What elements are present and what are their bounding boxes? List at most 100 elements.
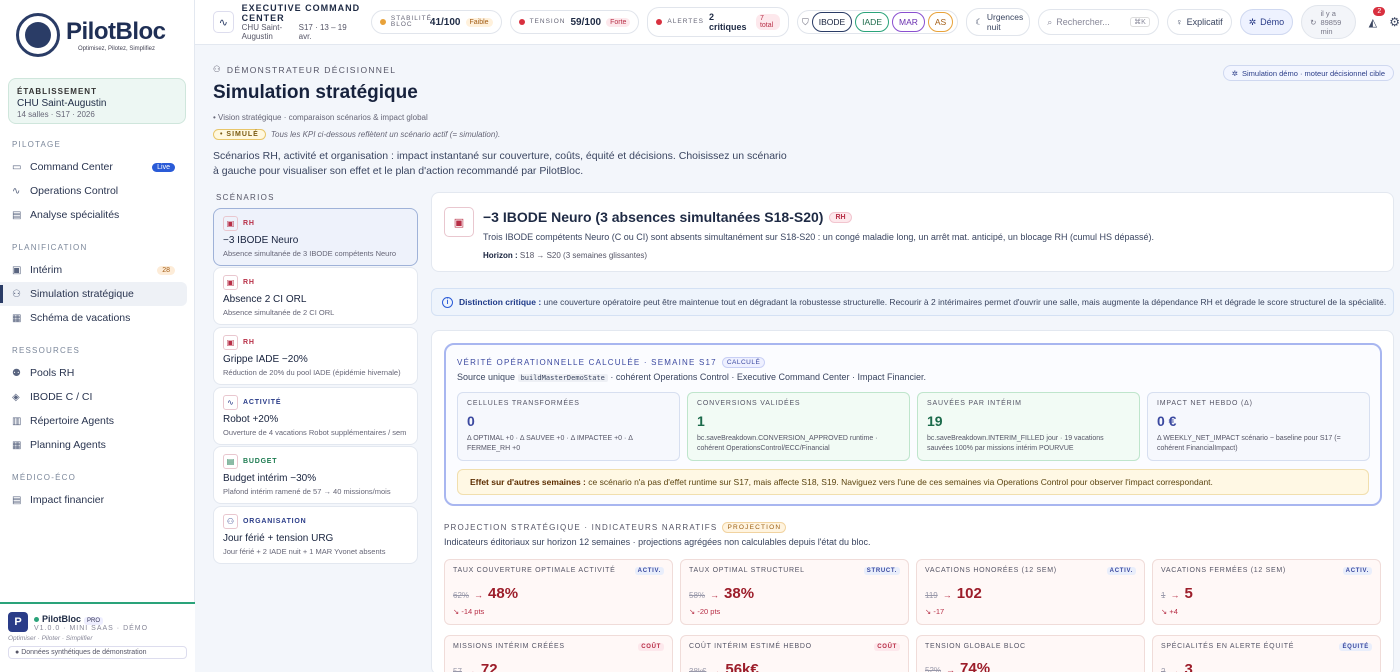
sidebar-item-command-center[interactable]: ▭ Command Center Live [0, 155, 187, 179]
metric-note: Δ WEEKLY_NET_IMPACT scénario − baseline … [1157, 435, 1341, 452]
scenario-kind: RH [243, 339, 255, 346]
nav-label: Schéma de vacations [30, 312, 131, 324]
sparkle-icon: ✲ [1248, 16, 1257, 27]
sidebar-item-analyse[interactable]: ▤ Analyse spécialités [0, 203, 187, 227]
pulse-icon[interactable]: ∿ [213, 11, 234, 33]
scenario-card[interactable]: ▣ RH Grippe IADE −20% Réduction de 20% du p… [213, 327, 418, 385]
tension-value: 59/100 [570, 16, 602, 28]
sidebar-item-interim[interactable]: ▣ Intérim 28 [0, 258, 187, 282]
status-dot [34, 616, 39, 622]
ecc-week: S17 · 13 – 19 avr. [298, 23, 347, 41]
page-description: Scénarios RH, activité et organisation :… [213, 150, 787, 177]
scenario-icon: ⚇ [223, 514, 238, 529]
ecc-block[interactable]: EXECUTIVE COMMAND CENTER CHU Saint-Augus… [242, 3, 363, 41]
sidebar-item-pools[interactable]: ⚉ Pools RH [0, 361, 187, 385]
grid-icon: ▭ [12, 161, 22, 173]
book-icon: ▥ [12, 415, 22, 427]
brand-logo[interactable]: PilotBloc Optimisez, Pilotez, Simplifiez [0, 0, 194, 70]
chip-as[interactable]: AS [927, 12, 954, 32]
arrow-right-icon: → [711, 666, 721, 672]
tension-pill[interactable]: TENSION 59/100 Forte [509, 10, 640, 34]
kpi-tag: STRUCT. [863, 567, 900, 575]
search-input[interactable]: ⌕ Rechercher... ⌘K [1038, 9, 1159, 35]
receipt-icon: ▤ [12, 494, 22, 506]
kpi-new: 3 [1184, 661, 1193, 672]
stability-pill[interactable]: STABILITÉ BLOC 41/100 Faible [370, 10, 502, 34]
projection-kpi: TAUX OPTIMAL STRUCTUREL STRUCT. 58% → 38% ↘ -… [680, 559, 909, 625]
detail-title: −3 IBODE Neuro (3 absences simultanées S… [483, 209, 824, 225]
nav-section-planification: PLANIFICATION [12, 243, 88, 252]
kpi-delta: ↘ -17 [925, 607, 945, 616]
chip-iade[interactable]: IADE [855, 12, 889, 32]
kpi-old: 52% [925, 666, 942, 672]
projection-subtitle: Indicateurs éditoriaux sur horizon 12 se… [444, 537, 871, 547]
scenario-icon: ▤ [223, 454, 238, 469]
scenario-subtitle: Plafond intérim ramené de 57 → 40 missio… [223, 487, 391, 496]
explicatif-button[interactable]: ♀ Explicatif [1166, 9, 1232, 35]
establishment-card[interactable]: ÉTABLISSEMENT CHU Saint-Augustin 14 sall… [8, 78, 186, 124]
scenario-card[interactable]: ⚇ ORGANISATION Jour férié + tension URG Jou… [213, 506, 418, 564]
refresh-button[interactable]: ↻ il y a 89859 min [1301, 5, 1357, 39]
scenario-kind: ORGANISATION [243, 518, 307, 525]
metric-value: 19 [927, 413, 943, 429]
kpi-old: 38k€ [689, 667, 707, 672]
tension-dot [518, 19, 525, 25]
kpi-new: 56k€ [725, 661, 759, 672]
horizon-label: Horizon : [483, 251, 518, 260]
kpi-old: 1 [1161, 591, 1166, 600]
alerts-pill[interactable]: ALERTES 2 critiques 7 total [647, 7, 789, 37]
scenario-card[interactable]: ▣ RH −3 IBODE Neuro Absence simultanée de 3… [213, 208, 418, 266]
tension-label: TENSION [529, 17, 566, 25]
nav-label: Operations Control [30, 185, 119, 197]
kpi-label: SPÉCIALITÉS EN ALERTE ÉQUITÉ [1161, 643, 1295, 650]
projection-kpi: MISSIONS INTÉRIM CRÉÉES COÛT 57 → 72 [444, 635, 673, 672]
kpi-new: 38% [724, 585, 755, 602]
sidebar-item-operations[interactable]: ∿ Operations Control [0, 179, 187, 203]
kpi-old: 57 [453, 667, 462, 672]
verite-metric: CONVERSIONS VALIDÉES 1 bc.saveBreakdown.CO… [687, 392, 910, 461]
gear-icon[interactable]: ⚙ [1389, 15, 1400, 29]
bell-icon[interactable]: ◭ 2 [1364, 7, 1386, 31]
arrow-right-icon: → [710, 590, 720, 600]
projection-kpi: SPÉCIALITÉS EN ALERTE ÉQUITÉ ÉQUITÉ 2 → 3 [1152, 635, 1381, 672]
demo-button[interactable]: ✲ Démo [1239, 9, 1294, 35]
effect-text: ce scénario n'a pas d'effet runtime sur … [588, 477, 1213, 487]
shield-icon: ◈ [12, 391, 20, 403]
scenario-card[interactable]: ▣ RH Absence 2 CI ORL Absence simultanée de… [213, 267, 418, 325]
projection-kpi: COÛT INTÉRIM ESTIMÉ HEBDO COÛT 38k€ → 56k€ [680, 635, 909, 672]
calendar-icon: ▦ [12, 439, 22, 451]
horizon-value: S18 → S20 (3 semaines glissantes) [519, 251, 648, 260]
footer-note-text: Données synthétiques de démonstration [21, 649, 147, 656]
table-icon: ▦ [12, 312, 22, 324]
shortcut-kbd: ⌘K [1130, 17, 1150, 27]
sidebar-item-vacations[interactable]: ▦ Schéma de vacations [0, 306, 187, 330]
establishment-name: CHU Saint-Augustin [17, 98, 107, 109]
sidebar-item-repertoire[interactable]: ▥ Répertoire Agents [0, 409, 187, 433]
nav-label: Command Center [30, 161, 113, 173]
source-label: Source unique [457, 372, 516, 382]
sidebar-item-ibode[interactable]: ◈ IBODE C / CI [0, 385, 187, 409]
scenario-card[interactable]: ∿ ACTIVITÉ Robot +20% Ouverture de 4 vacati… [213, 387, 418, 445]
chip-ibode[interactable]: IBODE [811, 12, 853, 32]
demo-label: Démo [1260, 17, 1285, 27]
pro-badge: PRO [84, 616, 104, 625]
tension-tag: Forte [606, 17, 631, 27]
scenario-card[interactable]: ▤ BUDGET Budget intérim −30% Plafond intéri… [213, 446, 418, 504]
effect-notice: Effet sur d'autres semaines : ce scénari… [457, 469, 1369, 495]
avatar[interactable]: P [8, 612, 28, 632]
chip-mar[interactable]: MAR [892, 12, 925, 32]
calcule-badge: CALCULÉ [721, 357, 766, 368]
sidebar-item-impact[interactable]: ▤ Impact financier [0, 488, 187, 512]
footer-name: PilotBloc [42, 613, 82, 624]
sidebar-item-planning[interactable]: ▦ Planning Agents [0, 433, 187, 457]
kpi-old: 119 [925, 591, 938, 600]
verite-metric: CELLULES TRANSFORMÉES 0 Δ OPTIMAL +0 · Δ S… [457, 392, 680, 461]
sidebar-item-simulation[interactable]: ⚇ Simulation stratégique [0, 282, 187, 306]
sidebar-footer: P PilotBloc PRO V1.0.0 · MINI SAAS · DÉMO… [0, 602, 195, 672]
simulation-demo-button[interactable]: ✲ Simulation démo · moteur décisionnel ci… [1222, 65, 1394, 81]
stability-value: 41/100 [429, 16, 461, 28]
kpi-delta: ↘ -20 pts [689, 607, 721, 616]
scenario-subtitle: Réduction de 20% du pool IADE (épidémie … [223, 368, 401, 377]
night-urgences-button[interactable]: ☾ Urgences nuit [966, 8, 1031, 36]
metric-note: bc.saveBreakdown.INTERIM_FILLED jour · 1… [927, 435, 1104, 452]
